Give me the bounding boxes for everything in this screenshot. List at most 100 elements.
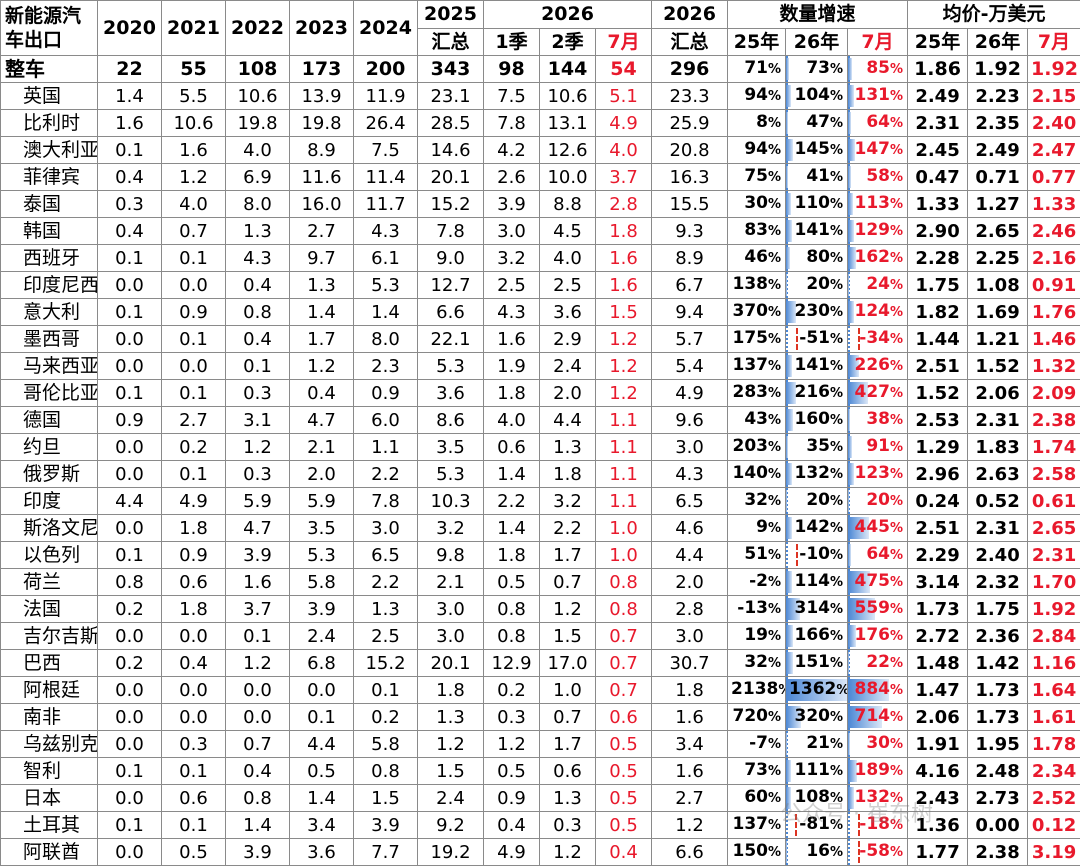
growth-value: 80 xyxy=(806,247,830,267)
cell-value: 6.6 xyxy=(418,299,484,326)
cell-value: 0.5 xyxy=(596,812,652,839)
cell-value: 12.7 xyxy=(418,272,484,299)
growth-value: 64 xyxy=(866,112,890,132)
growth-26: 104% xyxy=(786,83,848,110)
growth-jul: 38% xyxy=(848,407,908,434)
growth-bar xyxy=(848,652,849,674)
growth-bar xyxy=(786,139,793,161)
growth-value: 475 xyxy=(855,571,891,591)
cell-value: 12.9 xyxy=(484,650,540,677)
percent-sign: % xyxy=(890,332,903,347)
growth-25: 140% xyxy=(728,461,786,488)
cell-value: 0.8 xyxy=(226,785,290,812)
cell-value: 11.9 xyxy=(354,83,418,110)
price-cell: 1.73 xyxy=(968,677,1028,704)
cell-value: 7.5 xyxy=(354,137,418,164)
price-cell: 2.46 xyxy=(1028,218,1080,245)
cell-value: 2.1 xyxy=(418,569,484,596)
growth-value: 104 xyxy=(795,85,831,105)
cell-value: 3.0 xyxy=(652,434,728,461)
price-cell: 2.45 xyxy=(908,137,968,164)
cell-value: 6.8 xyxy=(290,650,354,677)
price-cell: 1.08 xyxy=(968,272,1028,299)
cell-value: 3.5 xyxy=(418,434,484,461)
percent-sign: % xyxy=(890,278,903,293)
growth-25-value: 720 xyxy=(733,706,769,726)
percent-sign: % xyxy=(830,602,843,617)
cell-value: 4.4 xyxy=(290,731,354,758)
price-cell: 1.76 xyxy=(1028,299,1080,326)
percent-sign: % xyxy=(768,359,781,374)
growth-25: 51% xyxy=(728,542,786,569)
cell-value: 8.9 xyxy=(290,137,354,164)
cell-value: 2.7 xyxy=(162,407,226,434)
growth-jul: 147% xyxy=(848,137,908,164)
growth-bar-negative xyxy=(795,814,797,836)
cell-value: 9.7 xyxy=(290,245,354,272)
cell-value: 6.0 xyxy=(354,407,418,434)
cell-value: 1.1 xyxy=(354,434,418,461)
price-cell: 2.31 xyxy=(908,110,968,137)
growth-value: 559 xyxy=(855,598,891,618)
percent-sign: % xyxy=(830,170,843,185)
cell-value: 1.3 xyxy=(418,704,484,731)
growth-bar xyxy=(786,625,793,647)
cell-value: 0.0 xyxy=(98,353,162,380)
growth-25: 71% xyxy=(728,56,786,83)
price-cell: 2.73 xyxy=(968,785,1028,812)
cell-value: 2.5 xyxy=(484,272,540,299)
growth-25: -2% xyxy=(728,569,786,596)
cell-value: 0.0 xyxy=(162,704,226,731)
cell-value: 1.4 xyxy=(290,299,354,326)
cell-value: 0.0 xyxy=(226,704,290,731)
growth-25-value: 73 xyxy=(744,760,768,780)
price-cell: 1.21 xyxy=(968,326,1028,353)
percent-sign: % xyxy=(830,575,843,590)
row-name: 印度尼西 xyxy=(1,272,98,299)
price-cell: 1.42 xyxy=(968,650,1028,677)
cell-value: 0.1 xyxy=(162,245,226,272)
percent-sign: % xyxy=(768,278,781,293)
cell-value: 2.8 xyxy=(596,191,652,218)
cell-value: 144 xyxy=(540,56,596,83)
growth-26: 110% xyxy=(786,191,848,218)
growth-value: 320 xyxy=(795,706,831,726)
growth-bar xyxy=(786,58,789,80)
row-name: 西班牙 xyxy=(1,245,98,272)
header-price: 均价-万美元 xyxy=(908,1,1080,29)
growth-value: 111 xyxy=(795,760,831,780)
cell-value: 8.8 xyxy=(540,191,596,218)
cell-value: 15.2 xyxy=(354,650,418,677)
table-row: 俄罗斯0.00.10.32.02.25.31.41.81.14.3140%132… xyxy=(1,461,1080,488)
price-cell: 1.47 xyxy=(908,677,968,704)
cell-value: 3.2 xyxy=(484,245,540,272)
percent-sign: % xyxy=(830,62,843,77)
growth-jul: -34% xyxy=(848,326,908,353)
growth-jul: 113% xyxy=(848,191,908,218)
price-cell: 2.96 xyxy=(908,461,968,488)
cell-value: 0.0 xyxy=(98,704,162,731)
percent-sign: % xyxy=(768,521,781,536)
cell-value: 0.4 xyxy=(290,380,354,407)
percent-sign: % xyxy=(768,413,781,428)
percent-sign: % xyxy=(768,62,781,77)
growth-bar xyxy=(848,409,850,431)
growth-value: 41 xyxy=(806,166,830,186)
growth-bar xyxy=(848,166,851,188)
row-name: 泰国 xyxy=(1,191,98,218)
cell-value: 5.3 xyxy=(418,353,484,380)
cell-value: 3.0 xyxy=(652,623,728,650)
price-cell: 1.92 xyxy=(1028,596,1080,623)
growth-jul: 64% xyxy=(848,542,908,569)
growth-26: 216% xyxy=(786,380,848,407)
cell-value: 0.4 xyxy=(162,650,226,677)
cell-value: 1.6 xyxy=(596,272,652,299)
price-cell: 2.31 xyxy=(968,407,1028,434)
cell-value: 0.0 xyxy=(98,731,162,758)
growth-25: 83% xyxy=(728,218,786,245)
cell-value: 0.0 xyxy=(98,461,162,488)
cell-value: 1.3 xyxy=(354,596,418,623)
growth-value: 73 xyxy=(806,58,830,78)
price-cell: 1.36 xyxy=(908,812,968,839)
price-cell: 2.31 xyxy=(1028,542,1080,569)
